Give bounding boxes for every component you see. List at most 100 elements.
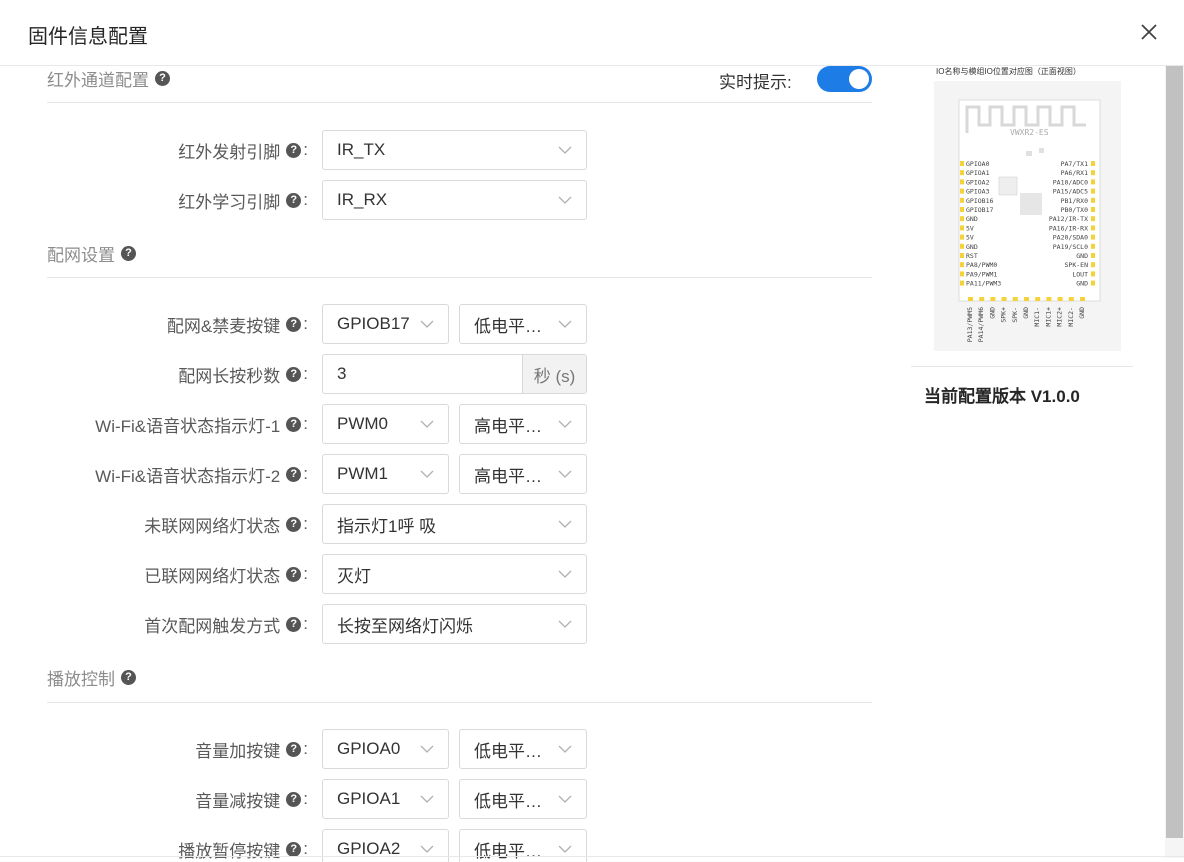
pin-pad [1091, 207, 1095, 212]
pin-pad [1091, 243, 1095, 249]
help-icon[interactable]: ? [155, 70, 170, 86]
pin-label: GPIOB16 [966, 197, 993, 205]
net-secs-input[interactable]: 3 [323, 355, 522, 393]
field-label-vol-down: 音量减按键?: [195, 779, 308, 819]
field-label-offline-led: 未联网网络灯状态?: [144, 504, 308, 544]
pin-pad [1091, 179, 1095, 185]
pin-label: RST [966, 252, 978, 260]
pin-pad [960, 216, 964, 222]
help-icon[interactable]: ? [286, 616, 302, 632]
field-label-text: 红外发射引脚 [178, 142, 281, 162]
pin-pad [1091, 188, 1095, 194]
ir-rx-select[interactable]: IR_RX [322, 180, 587, 220]
help-icon[interactable]: ? [121, 245, 136, 261]
first-trigger-select[interactable]: 长按至网络灯闪烁 [322, 604, 587, 644]
vol-down-level-select[interactable]: 低电平… [459, 779, 587, 819]
led2-level-select[interactable]: 高电平… [459, 454, 587, 494]
pin-label: PA14/PWM6 [977, 307, 985, 342]
realtime-tip-toggle[interactable] [817, 66, 872, 92]
pin-pad [960, 207, 964, 212]
pin-pad [1068, 297, 1074, 301]
pin-label: PA8/PWM0 [966, 261, 997, 269]
vol-up-level-select[interactable]: 低电平… [459, 729, 587, 769]
help-icon[interactable]: ? [286, 366, 302, 382]
pin-pad [979, 297, 985, 301]
select-value: PWM1 [337, 464, 388, 483]
pin-pad [960, 179, 964, 185]
chevron-down-icon [420, 845, 434, 853]
play-pause-level-select[interactable]: 低电平… [459, 829, 587, 862]
module-pinout-diagram: VWXR2-ES GPIOA0 GPIOA1 GPIOA2 GPIOA3 GPIOB16… [934, 81, 1121, 351]
pin-label: PA9/PWM1 [966, 270, 997, 278]
field-label-text: 音量减按键 [195, 791, 281, 811]
pin-label: GPIOA1 [966, 169, 990, 177]
pin-label: MIC1+ [1044, 307, 1052, 327]
online-led-select[interactable]: 灭灯 [322, 554, 587, 594]
pin-label: GPIOA2 [966, 178, 990, 186]
pin-label: PA6/RX1 [1061, 169, 1088, 177]
select-value: IR_TX [337, 140, 386, 159]
pin-label: PA19/SCL0 [1053, 243, 1088, 251]
pin-label: MIC2+ [1056, 307, 1064, 327]
pin-label: PB0/TX0 [1061, 206, 1088, 214]
chevron-down-icon [420, 420, 434, 428]
pin-pad [1091, 225, 1095, 231]
help-icon[interactable]: ? [286, 142, 302, 158]
chevron-down-icon [420, 470, 434, 478]
pin-pad [1057, 297, 1063, 301]
ir-tx-select[interactable]: IR_TX [322, 130, 587, 170]
help-icon[interactable]: ? [286, 466, 302, 482]
chevron-down-icon [558, 620, 572, 628]
chevron-down-icon [558, 420, 572, 428]
offline-led-select[interactable]: 指示灯1呼 吸 [322, 504, 587, 544]
pin-label: GPIOA3 [966, 188, 990, 196]
vol-up-pin-select[interactable]: GPIOA0 [322, 729, 449, 769]
net-key-level-select[interactable]: 低电平… [459, 304, 587, 344]
field-label-text: Wi-Fi&语音状态指示灯-1 [95, 416, 281, 436]
section-title-ir: 红外通道配置 ? [47, 67, 170, 90]
close-icon[interactable] [1136, 18, 1162, 46]
led1-level-select[interactable]: 高电平… [459, 404, 587, 444]
pin-pad [960, 243, 964, 249]
vol-down-pin-select[interactable]: GPIOA1 [322, 779, 449, 819]
net-key-pin-select[interactable]: GPIOB17 [322, 304, 449, 344]
realtime-tip-label: 实时提示: [719, 73, 792, 92]
help-icon[interactable]: ? [286, 566, 302, 582]
help-icon[interactable]: ? [286, 192, 302, 208]
field-label-text: 音量加按键 [195, 741, 281, 761]
pin-label: PA16/IR-RX [1049, 224, 1088, 232]
help-icon[interactable]: ? [286, 516, 302, 532]
chevron-down-icon [558, 196, 572, 204]
field-label-text: 红外学习引脚 [178, 192, 281, 212]
help-icon[interactable]: ? [286, 416, 302, 432]
help-icon[interactable]: ? [286, 841, 302, 857]
led1-pin-select[interactable]: PWM0 [322, 404, 449, 444]
pin-pad [1091, 170, 1095, 176]
pin-label: PA15/ADC5 [1053, 188, 1088, 196]
pin-label: PA10/ADC0 [1053, 178, 1088, 186]
help-icon[interactable]: ? [121, 669, 136, 685]
pin-label: SPK+ [1000, 307, 1008, 323]
pin-pad [990, 297, 996, 301]
section-divider [47, 277, 872, 278]
section-title-network: 配网设置 ? [47, 242, 136, 265]
help-icon[interactable]: ? [286, 741, 302, 757]
colon: : [303, 564, 308, 583]
pin-pad [960, 280, 964, 286]
select-value: 长按至网络灯闪烁 [337, 616, 473, 636]
pin-label: GPIOA0 [966, 160, 990, 168]
pin-pad [1012, 297, 1018, 301]
chevron-down-icon [420, 320, 434, 328]
pin-pad [1080, 297, 1085, 301]
field-label-text: 配网长按秒数 [178, 366, 281, 386]
led2-pin-select[interactable]: PWM1 [322, 454, 449, 494]
play-pause-pin-select[interactable]: GPIOA2 [322, 829, 449, 862]
dialog-header: 固件信息配置 [0, 0, 1184, 66]
pin-pad [1046, 297, 1052, 301]
pin-pad [1091, 161, 1095, 166]
scrollbar-thumb[interactable] [1166, 66, 1183, 838]
footer-divider [0, 856, 1184, 857]
help-icon[interactable]: ? [286, 791, 302, 807]
pin-pad [1035, 297, 1041, 301]
help-icon[interactable]: ? [286, 316, 302, 332]
